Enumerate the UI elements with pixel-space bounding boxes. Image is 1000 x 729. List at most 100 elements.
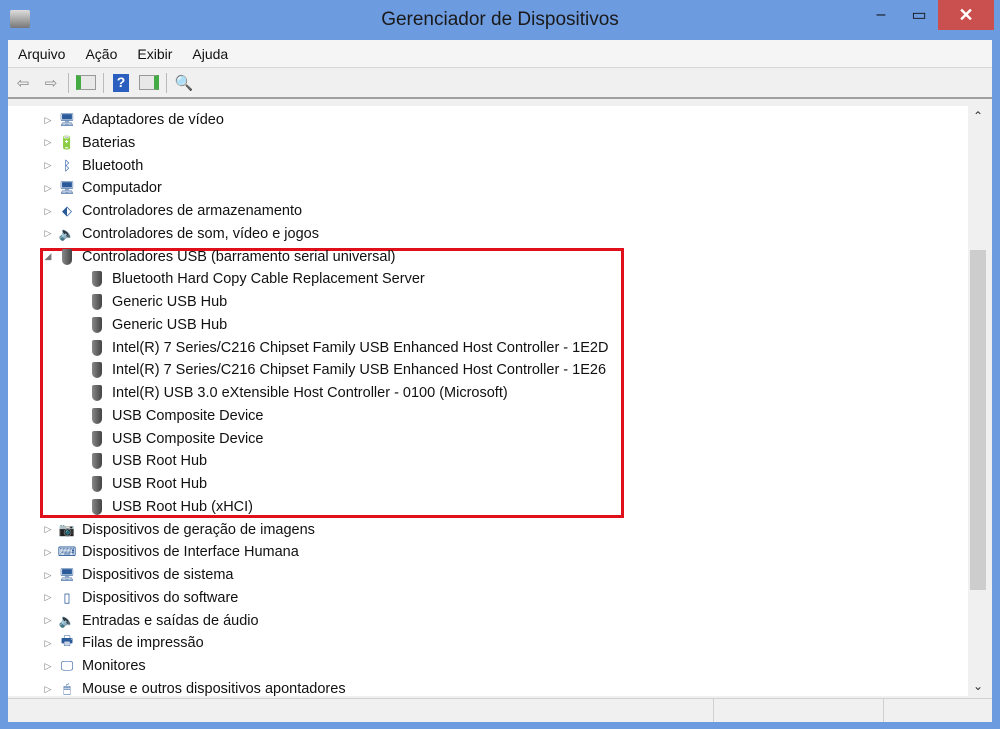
scroll-down-icon[interactable]: ⌄	[968, 679, 988, 693]
tree-item-label: USB Root Hub	[112, 453, 208, 470]
window-title: Gerenciador de Dispositivos	[381, 9, 619, 30]
tree-item[interactable]: Generic USB Hub	[84, 314, 227, 336]
expand-arrow-icon[interactable]: ▷	[42, 137, 54, 148]
tree-item[interactable]: USB Root Hub	[84, 473, 207, 495]
show-hide-console-tree-icon[interactable]	[75, 73, 97, 93]
battery-icon: 🔋	[58, 134, 76, 150]
printer-icon: 🖶	[60, 633, 74, 649]
tree-item-label: Adaptadores de vídeo	[82, 112, 224, 128]
menu-exibir[interactable]: Exibir	[127, 46, 182, 62]
back-arrow-icon[interactable]: ⇦	[12, 73, 34, 93]
expand-arrow-icon[interactable]: ▷	[42, 570, 54, 581]
help-glyph: ?	[113, 73, 129, 92]
expand-arrow-icon[interactable]: ▷	[42, 547, 54, 558]
tree-item[interactable]: ▷ 🖶 Filas de impressão	[42, 632, 204, 654]
hid-icon: ⌨	[57, 544, 77, 560]
usb-icon	[88, 430, 106, 448]
tree-item[interactable]: ▷ 📷 Dispositivos de geração de imagens	[42, 519, 315, 541]
tree-item-label: Dispositivos do software	[82, 589, 239, 606]
tree-item[interactable]: USB Composite Device	[84, 405, 264, 427]
tree-item[interactable]: ◢ Controladores USB (barramento serial un…	[42, 246, 396, 268]
tree-item[interactable]: ▷ 🖥 Dispositivos de sistema	[42, 564, 234, 586]
expand-arrow-icon[interactable]: ▷	[42, 592, 54, 603]
audio-icon: 🔈	[58, 612, 76, 628]
tree-item-label: Generic USB Hub	[112, 294, 228, 311]
expand-arrow-icon[interactable]: ▷	[42, 228, 54, 239]
status-pane	[714, 699, 884, 722]
usb-icon	[58, 248, 76, 266]
expand-arrow-icon[interactable]: ▷	[42, 638, 54, 649]
usb-icon	[88, 384, 106, 402]
tree-item-label: USB Composite Device	[112, 430, 264, 447]
tree-item[interactable]: USB Composite Device	[84, 428, 264, 450]
help-icon[interactable]: ?	[110, 73, 132, 93]
minimize-button[interactable]: –	[864, 0, 898, 30]
tree-item[interactable]: ▷ 🔈 Controladores de som, vídeo e jogos	[42, 223, 319, 245]
tree-item[interactable]: Bluetooth Hard Copy Cable Replacement Se…	[84, 268, 425, 290]
tree-item-label: Filas de impressão	[82, 635, 204, 652]
tree-item-label: USB Root Hub	[112, 476, 208, 493]
tree-item-label: Intel(R) 7 Series/C216 Chipset Family US…	[112, 339, 609, 356]
tree-item[interactable]: USB Root Hub	[84, 450, 207, 472]
tree-item[interactable]: USB Root Hub (xHCI)	[84, 496, 253, 518]
scroll-up-icon[interactable]: ⌃	[968, 109, 988, 123]
status-bar	[8, 698, 992, 722]
expand-arrow-icon[interactable]: ▷	[42, 524, 54, 535]
software-device-icon: ▯	[63, 589, 71, 605]
maximize-button[interactable]: ▭	[902, 0, 936, 30]
expand-arrow-icon[interactable]: ▷	[42, 684, 54, 695]
expand-arrow-icon[interactable]: ▷	[42, 160, 54, 171]
tree-item[interactable]: ▷ 🖥 Computador	[42, 177, 162, 199]
tree-item-label: Mouse e outros dispositivos apontadores	[82, 681, 346, 696]
expand-arrow-icon[interactable]: ▷	[42, 206, 54, 217]
toolbar: ⇦ ⇨ ? 🔍	[8, 68, 992, 99]
tree-item-label: USB Root Hub (xHCI)	[112, 498, 254, 515]
close-button[interactable]: ✕	[938, 0, 994, 30]
scan-hardware-icon[interactable]: 🔍	[173, 73, 195, 93]
tree-item-label: Intel(R) USB 3.0 eXtensible Host Control…	[112, 385, 508, 402]
tree-item-label: Controladores de armazenamento	[82, 203, 303, 220]
usb-icon	[88, 270, 106, 288]
tree-item[interactable]: Intel(R) 7 Series/C216 Chipset Family US…	[84, 337, 608, 359]
expand-arrow-icon[interactable]: ▷	[42, 115, 54, 126]
status-pane	[8, 699, 714, 722]
tree-item[interactable]: ▷ 🔋 Baterias	[42, 132, 136, 154]
tree-item-label: Bluetooth	[82, 157, 144, 174]
tree-item[interactable]: Generic USB Hub	[84, 291, 227, 313]
tree-item[interactable]: ▷ 🖱 Mouse e outros dispositivos apontadore…	[42, 678, 346, 696]
tree-item-label: Controladores USB (barramento serial uni…	[82, 248, 396, 265]
tree-item-label: Entradas e saídas de áudio	[82, 612, 259, 629]
tree-item-label: USB Composite Device	[112, 407, 264, 424]
toolbar-separator	[68, 72, 69, 93]
expand-arrow-icon[interactable]: ▷	[42, 615, 54, 626]
scrollbar-thumb[interactable]	[970, 250, 986, 590]
menu-ajuda[interactable]: Ajuda	[182, 46, 238, 62]
tree-item[interactable]: Intel(R) USB 3.0 eXtensible Host Control…	[84, 382, 508, 404]
usb-icon	[88, 293, 106, 311]
menu-arquivo[interactable]: Arquivo	[8, 46, 75, 62]
vertical-scrollbar[interactable]: ⌃ ⌄	[968, 106, 988, 696]
menu-acao[interactable]: Ação	[75, 46, 127, 62]
tree-item[interactable]: ▷ ⌨ Dispositivos de Interface Humana	[42, 541, 299, 563]
tree-item-label: Computador	[82, 180, 162, 197]
computer-icon: 🖥	[58, 180, 76, 196]
speaker-icon: 🔈	[58, 225, 76, 241]
tree-item[interactable]: ▷ 🖥 Adaptadores de vídeo	[42, 109, 224, 131]
tree-item-label: Intel(R) 7 Series/C216 Chipset Family US…	[112, 362, 607, 379]
mouse-icon: 🖱	[63, 681, 71, 696]
toolbar-separator	[166, 72, 167, 93]
tree-item[interactable]: Intel(R) 7 Series/C216 Chipset Family US…	[84, 359, 606, 381]
expand-arrow-icon[interactable]: ▷	[42, 661, 54, 672]
forward-arrow-icon[interactable]: ⇨	[40, 73, 62, 93]
expand-arrow-icon[interactable]: ▷	[42, 183, 54, 194]
tree-item[interactable]: ▷ ⬖ Controladores de armazenamento	[42, 200, 303, 222]
tree-item[interactable]: ▷ ▯ Dispositivos do software	[42, 587, 239, 609]
tree-item-label: Baterias	[82, 134, 136, 151]
system-device-icon: 🖥	[58, 567, 76, 583]
tree-item[interactable]: ▷ 🖵 Monitores	[42, 655, 146, 677]
tree-item[interactable]: ▷ ᛒ Bluetooth	[42, 155, 144, 177]
collapse-arrow-icon[interactable]: ◢	[42, 251, 54, 262]
tree-item[interactable]: ▷ 🔈 Entradas e saídas de áudio	[42, 610, 259, 632]
show-action-pane-icon[interactable]	[138, 73, 160, 93]
tree-item-label: Generic USB Hub	[112, 316, 228, 333]
